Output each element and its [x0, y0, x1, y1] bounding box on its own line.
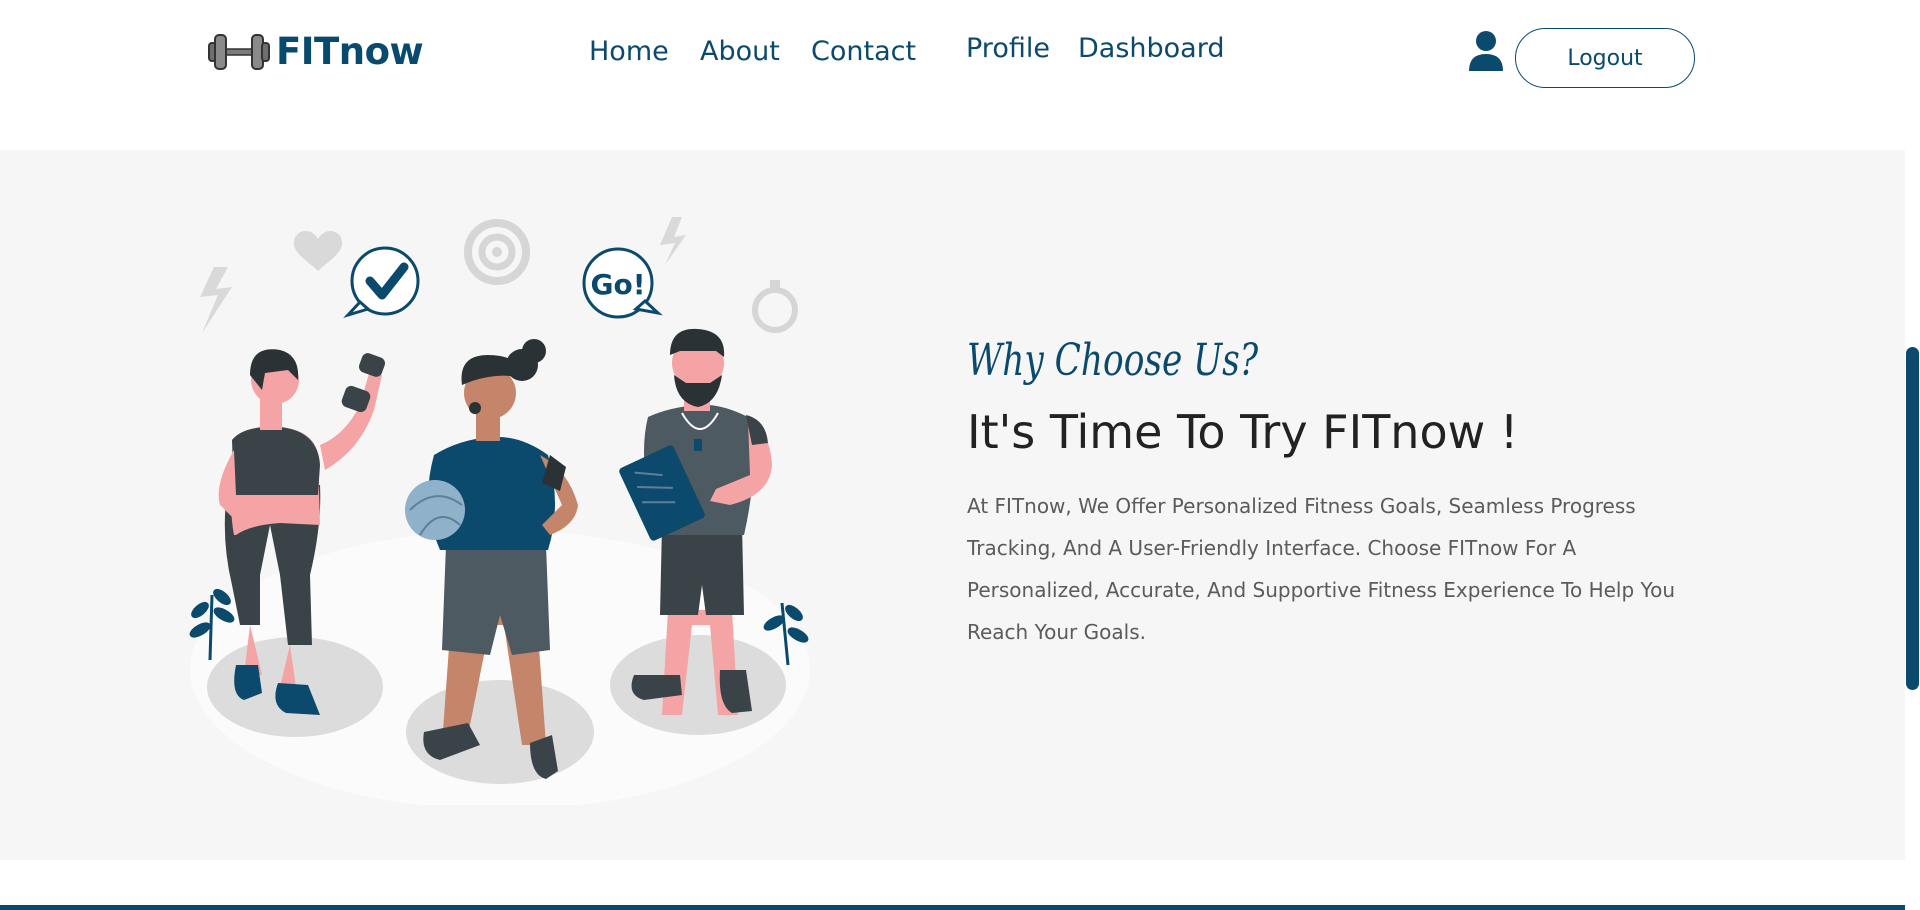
brand-name: FITnow [276, 30, 424, 73]
section-tagline: Why Choose Us? [967, 335, 1259, 386]
logout-button[interactable]: Logout [1515, 28, 1695, 88]
nav-link-home[interactable]: Home [589, 36, 669, 67]
page-scrollbar-thumb[interactable] [1906, 347, 1919, 690]
footer-top-edge [0, 905, 1905, 910]
navbar: FITnow Home About Contact Profile Dashbo… [0, 0, 1905, 150]
why-choose-us-section: Go! Why Choose Us? It's Time To Try FITn… [0, 150, 1905, 860]
nav-link-contact[interactable]: Contact [811, 36, 916, 67]
nav-link-profile[interactable]: Profile [966, 33, 1050, 64]
dumbbell-icon [208, 33, 270, 70]
nav-link-about[interactable]: About [700, 36, 780, 67]
section-heading: It's Time To Try FITnow ! [967, 405, 1519, 459]
user-icon[interactable] [1467, 30, 1505, 72]
fitness-people-illustration: Go! [189, 217, 810, 805]
brand-logo[interactable]: FITnow [208, 30, 424, 73]
go-badge-text: Go! [591, 268, 646, 301]
section-description: At FITnow, We Offer Personalized Fitness… [967, 494, 1676, 644]
nav-link-dashboard[interactable]: Dashboard [1078, 33, 1224, 64]
